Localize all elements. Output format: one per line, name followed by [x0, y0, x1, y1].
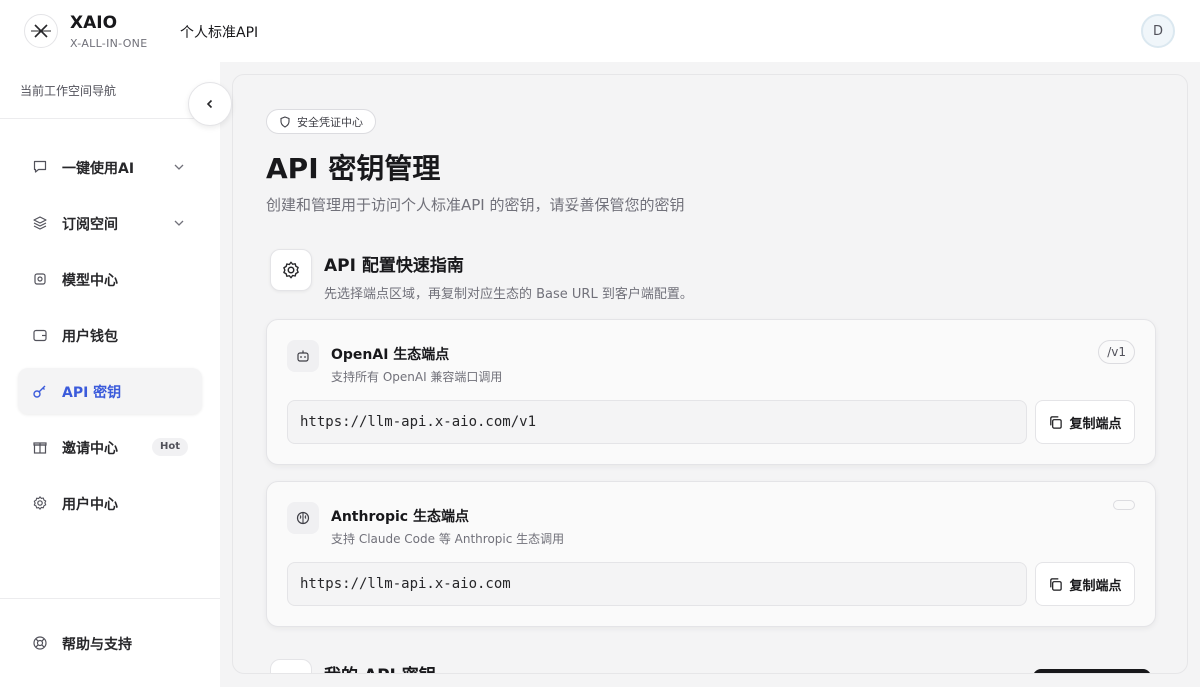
sidebar-item-label: 用户钱包 — [62, 329, 118, 345]
sidebar-heading: 当前工作空间导航 — [20, 84, 117, 98]
divider — [0, 598, 220, 599]
gear-icon — [283, 261, 299, 279]
guide-icon-box — [270, 249, 312, 291]
sidebar-item-ai[interactable]: 一键使用AI — [18, 144, 202, 190]
collapse-sidebar-button[interactable] — [188, 82, 232, 126]
robot-icon — [297, 350, 309, 362]
ep-icon-box — [287, 502, 319, 534]
copy-label: 复制端点 — [1069, 416, 1122, 432]
sidebar-item-label: 帮助与支持 — [62, 637, 132, 653]
copy-icon — [1050, 415, 1063, 429]
layers-icon — [33, 216, 47, 230]
cpu-icon — [34, 273, 46, 285]
copy-endpoint-button[interactable]: 复制端点 — [1035, 400, 1135, 444]
guide-description: 先选择端点区域，再复制对应生态的 Base URL 到客户端配置。 — [324, 287, 693, 302]
endpoint-title: Anthropic 生态端点 — [331, 509, 469, 525]
copy-endpoint-button[interactable]: 复制端点 — [1035, 562, 1135, 606]
workspace-title: 个人标准API — [180, 25, 259, 41]
sidebar-item-label: 一键使用AI — [62, 161, 135, 177]
endpoint-path-tag — [1113, 500, 1135, 510]
hot-badge: Hot — [152, 438, 189, 456]
sidebar-item-subscription[interactable]: 订阅空间 — [18, 200, 202, 246]
copy-icon — [1050, 577, 1063, 591]
top-header: XAIO X-ALL-IN-ONE 个人标准API D — [0, 0, 1200, 62]
page-description: 创建和管理用于访问个人标准API 的密钥，请妥善保管您的密钥 — [266, 196, 685, 214]
sidebar-item-api-keys[interactable]: API 密钥 — [18, 368, 202, 414]
chevron-down-icon — [174, 220, 184, 226]
chevron-down-icon — [174, 164, 184, 170]
openai-endpoint-card: OpenAI 生态端点 支持所有 OpenAI 兼容端口调用 /v1 https… — [266, 319, 1156, 465]
my-keys-icon-box — [270, 659, 312, 673]
endpoint-description: 支持 Claude Code 等 Anthropic 生态调用 — [331, 532, 565, 546]
endpoint-path-tag: /v1 — [1098, 340, 1135, 364]
gear-icon — [33, 496, 47, 510]
pill-label: 安全凭证中心 — [297, 115, 363, 129]
gift-icon — [33, 442, 47, 454]
chat-bubble-icon — [33, 160, 47, 173]
main-panel: 安全凭证中心 API 密钥管理 创建和管理用于访问个人标准API 的密钥，请妥善… — [232, 74, 1188, 674]
key-icon — [33, 385, 46, 398]
sidebar-item-invite[interactable]: 邀请中心 Hot — [18, 424, 202, 470]
security-center-pill: 安全凭证中心 — [266, 109, 376, 134]
chevron-left-icon — [206, 99, 213, 109]
lifebuoy-icon — [33, 636, 47, 650]
brain-icon — [296, 511, 310, 525]
sidebar-item-help[interactable]: 帮助与支持 — [18, 620, 202, 666]
page-title: API 密钥管理 — [266, 152, 441, 185]
endpoint-url-field[interactable]: https://llm-api.x-aio.com/v1 — [287, 400, 1027, 444]
my-keys-title: 我的 API 密钥 — [324, 661, 436, 673]
sidebar-item-label: API 密钥 — [62, 385, 122, 401]
sidebar: 当前工作空间导航 一键使用AI 订阅空间 模型中心 用户钱包 API 密钥 邀请… — [0, 62, 220, 687]
endpoint-description: 支持所有 OpenAI 兼容端口调用 — [331, 370, 503, 384]
sidebar-item-label: 订阅空间 — [62, 217, 118, 233]
sidebar-item-models[interactable]: 模型中心 — [18, 256, 202, 302]
endpoint-title: OpenAI 生态端点 — [331, 347, 450, 363]
brand-subtitle: X-ALL-IN-ONE — [70, 37, 148, 50]
copy-label: 复制端点 — [1069, 578, 1122, 594]
ep-icon-box — [287, 340, 319, 372]
sidebar-item-user-center[interactable]: 用户中心 — [18, 480, 202, 526]
sidebar-item-label: 模型中心 — [62, 273, 118, 289]
sidebar-item-wallet[interactable]: 用户钱包 — [18, 312, 202, 358]
anthropic-endpoint-card: Anthropic 生态端点 支持 Claude Code 等 Anthropi… — [266, 481, 1156, 627]
endpoint-url-field[interactable]: https://llm-api.x-aio.com — [287, 562, 1027, 606]
logo[interactable] — [24, 14, 58, 48]
shield-icon — [280, 115, 290, 128]
x-logo-icon — [31, 24, 51, 38]
sidebar-item-label: 邀请中心 — [62, 441, 118, 457]
user-avatar[interactable]: D — [1141, 14, 1175, 48]
wallet-icon — [33, 329, 47, 342]
guide-title: API 配置快速指南 — [324, 256, 464, 276]
sidebar-item-label: 用户中心 — [62, 497, 118, 513]
divider — [0, 118, 220, 119]
create-key-button[interactable] — [1033, 669, 1151, 673]
brand-name: XAIO — [70, 13, 118, 33]
